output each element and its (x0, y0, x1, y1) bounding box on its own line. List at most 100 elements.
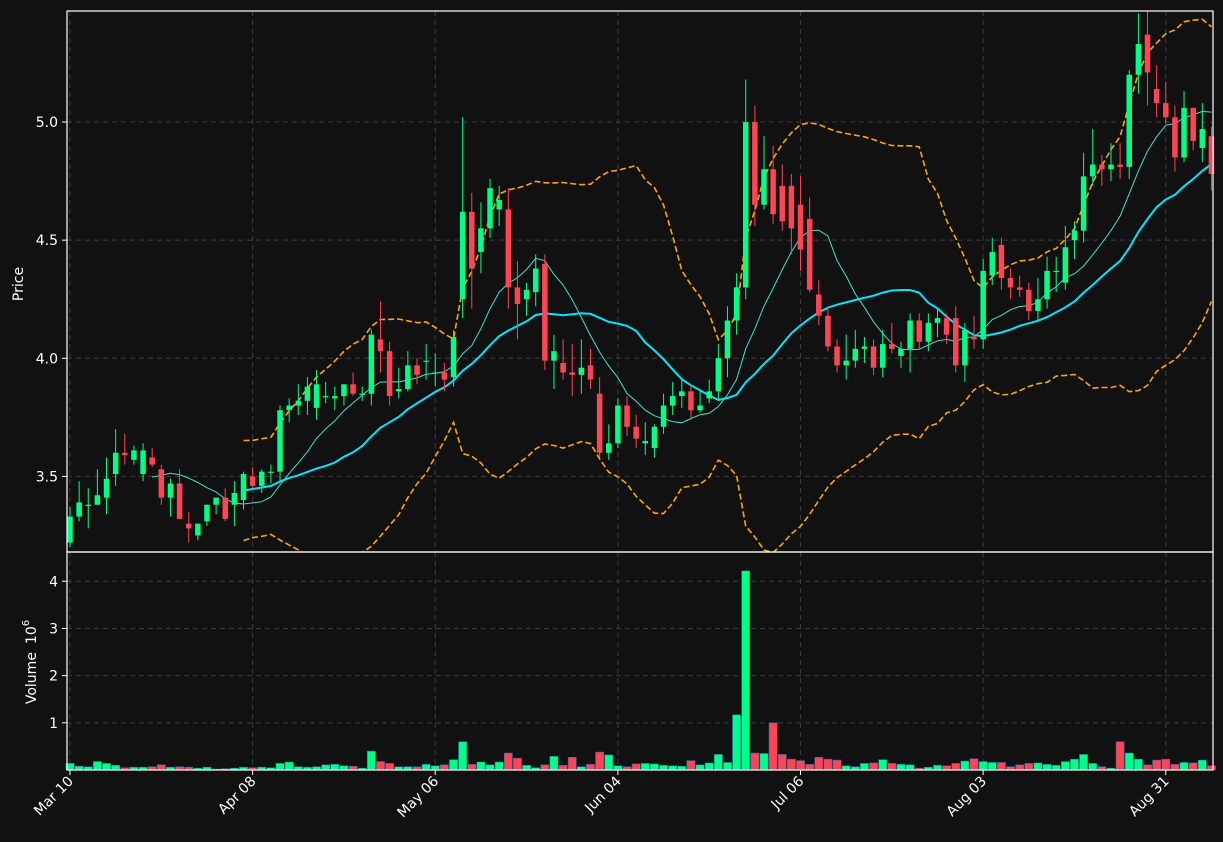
candle-body (606, 443, 612, 453)
volume-bar (1051, 765, 1061, 771)
volume-bar (741, 570, 751, 771)
volume-bar (869, 762, 878, 771)
volume-bar (659, 765, 668, 771)
volume-bar (1024, 763, 1034, 771)
volume-bar (1170, 764, 1180, 771)
volume-bar (366, 750, 376, 771)
volume-bar (476, 761, 486, 771)
volume-bar (668, 765, 678, 771)
volume-bar (905, 764, 915, 771)
candle-body (962, 329, 968, 366)
candle-body (1190, 107, 1196, 141)
price-axis-label: Price (11, 267, 27, 301)
volume-bar (695, 764, 705, 771)
volume-bar (732, 714, 741, 771)
candle-body (569, 372, 575, 375)
candle-body (889, 344, 895, 349)
candle-body (1016, 287, 1023, 290)
candle-body (998, 244, 1005, 278)
candle-body (551, 351, 557, 361)
volume-bar (485, 764, 495, 771)
candle-body (1117, 164, 1123, 167)
volume-bar (586, 764, 595, 771)
volume-tick-label: 3 (49, 621, 58, 637)
candle-body (1144, 34, 1151, 73)
volume-bar (156, 764, 166, 771)
volume-tick-label: 1 (49, 716, 58, 732)
candle-body (1108, 164, 1114, 170)
candle-body (176, 483, 183, 519)
volume-bar (978, 761, 988, 771)
volume-bar (376, 761, 385, 771)
candle-body (1080, 176, 1087, 231)
volume-bar (1015, 764, 1025, 771)
volume-bar (814, 757, 824, 771)
volume-bar (339, 765, 349, 771)
candle-body (724, 320, 731, 359)
volume-bar (1207, 765, 1216, 771)
volume-bar (558, 765, 568, 771)
candle-body (733, 287, 740, 321)
volume-bar (987, 762, 997, 771)
candle-body (1071, 230, 1078, 241)
candle-body (633, 426, 639, 439)
candle-body (341, 384, 347, 397)
volume-bar (887, 763, 897, 771)
candle-body (816, 294, 822, 316)
candle-body (688, 391, 694, 411)
candle-body (359, 393, 365, 395)
candle-body (478, 228, 484, 252)
candle-body (350, 384, 356, 394)
candle-body (660, 405, 667, 427)
candle-body (642, 440, 649, 444)
candle-body (532, 268, 539, 293)
volume-bar (1143, 764, 1152, 771)
volume-bar (513, 757, 522, 771)
candle-body (761, 169, 767, 205)
candle-body (1126, 74, 1132, 167)
candle-body (1062, 247, 1069, 283)
candle-body (414, 365, 420, 375)
candle-body (779, 185, 785, 222)
candle-body (651, 426, 658, 449)
volume-bar (549, 756, 559, 771)
candle-body (624, 405, 630, 427)
volume-bar (878, 759, 888, 771)
volume-bar (540, 764, 550, 771)
volume-bar (1124, 752, 1134, 771)
candle-body (742, 122, 749, 288)
volume-axis-exponent-power: 6 (21, 620, 32, 626)
candle-body (487, 188, 493, 229)
candle-body (405, 365, 411, 389)
candle-body (240, 474, 247, 501)
volume-bar (430, 765, 440, 771)
volume-axis-exponent-base: 10 (24, 626, 40, 644)
volume-bar (275, 763, 285, 771)
volume-bar (330, 764, 340, 771)
candle-body (259, 471, 265, 486)
candle-body (459, 211, 466, 300)
volume-bar (723, 762, 732, 771)
candle-body (304, 386, 311, 401)
candle-body (103, 478, 110, 498)
volume-bar (951, 763, 961, 771)
candle-body (916, 320, 922, 342)
candle-body (167, 483, 174, 498)
candle-body (185, 523, 192, 529)
volume-bar (111, 765, 121, 771)
candle-body (898, 348, 904, 356)
volume-bar (1088, 763, 1098, 771)
candle-body (907, 320, 913, 349)
candle-body (112, 452, 119, 475)
candle-body (94, 495, 101, 505)
candle-body (295, 400, 302, 406)
volume-bar (522, 765, 531, 771)
candle-body (213, 497, 219, 505)
candle-body (925, 322, 932, 342)
candle-body (523, 289, 530, 300)
candle-body (1044, 270, 1050, 300)
candle-body (980, 270, 986, 340)
volume-bar (1179, 762, 1189, 771)
candle-body (122, 452, 128, 456)
volume-bar (321, 764, 331, 771)
